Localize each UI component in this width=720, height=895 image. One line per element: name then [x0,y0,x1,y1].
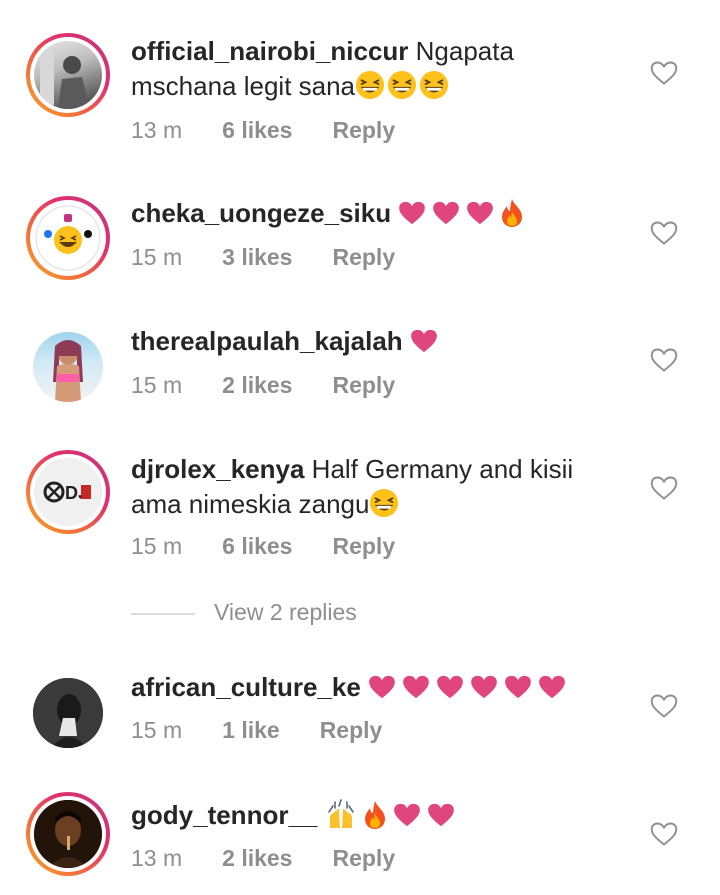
comment-text: african_culture_ke [131,670,601,705]
heart-emoji-icon [393,803,421,827]
view-replies-label: View 2 replies [214,599,357,625]
heart-emoji-icon [432,201,460,225]
username-link[interactable]: gody_tennor__ [131,800,317,830]
username-link[interactable]: african_culture_ke [131,672,361,702]
username-link[interactable]: therealpaulah_kajalah [131,326,403,356]
heart-emoji-icon [368,675,396,699]
likes-count[interactable]: 1 like [222,717,280,744]
heart-emoji-icon [398,201,426,225]
avatar [33,678,103,748]
fire-emoji-icon [500,198,524,228]
comment-meta: 13 m 2 likes Reply [131,845,395,872]
reply-button[interactable]: Reply [332,117,395,144]
username-link[interactable]: cheka_uongeze_siku [131,198,391,228]
avatar-story-ring[interactable] [26,196,110,280]
avatar [34,41,102,109]
likes-count[interactable]: 6 likes [222,533,292,560]
heart-emoji-icon [410,329,438,353]
fire-emoji-icon [363,800,387,830]
heart-emoji-icon [538,675,566,699]
heart-outline-icon[interactable] [650,693,678,719]
reply-button[interactable]: Reply [332,372,395,399]
comment-time: 15 m [131,533,183,559]
likes-count[interactable]: 2 likes [222,372,292,399]
avatar [34,800,102,868]
avatar [34,204,102,272]
reply-button[interactable]: Reply [332,244,395,271]
heart-outline-icon[interactable] [650,475,678,501]
comment-text: gody_tennor__ [131,798,601,833]
comment-time: 15 m [131,244,183,270]
raising-hands-emoji-icon [325,798,357,830]
grinning-squinting-emoji-icon [355,70,385,100]
comment-meta: 13 m 6 likes Reply [131,117,395,144]
reply-button[interactable]: Reply [320,717,383,744]
username-link[interactable]: official_nairobi_niccur [131,36,408,66]
avatar: DJ [34,458,102,526]
comment-meta: 15 m 3 likes Reply [131,244,395,271]
heart-emoji-icon [470,675,498,699]
grinning-squinting-emoji-icon [419,70,449,100]
heart-outline-icon[interactable] [650,347,678,373]
heart-outline-icon[interactable] [650,821,678,847]
comment-text: djrolex_kenya Half Germany and kisii ama… [131,452,601,522]
heart-outline-icon[interactable] [650,60,678,86]
grinning-squinting-emoji-icon [387,70,417,100]
likes-count[interactable]: 3 likes [222,244,292,271]
divider [131,613,195,615]
comment-text: therealpaulah_kajalah [131,324,601,359]
comment-text: official_nairobi_niccur Ngapata mschana … [131,34,601,104]
avatar-story-ring[interactable] [26,792,110,876]
comment-meta: 15 m 6 likes Reply [131,533,395,560]
avatar [33,332,103,402]
comment-time: 13 m [131,845,183,871]
comment-time: 15 m [131,372,183,398]
comment-text: cheka_uongeze_siku [131,196,601,231]
avatar-wrap[interactable] [26,325,110,409]
avatar-story-ring[interactable] [26,33,110,117]
avatar-wrap[interactable] [26,671,110,755]
reply-button[interactable]: Reply [332,845,395,872]
grinning-squinting-emoji-icon [369,488,399,518]
heart-emoji-icon [427,803,455,827]
avatar-story-ring[interactable]: DJ [26,450,110,534]
comment-time: 15 m [131,717,183,743]
heart-outline-icon[interactable] [650,220,678,246]
likes-count[interactable]: 2 likes [222,845,292,872]
username-link[interactable]: djrolex_kenya [131,454,304,484]
comment-meta: 15 m 2 likes Reply [131,372,395,399]
reply-button[interactable]: Reply [332,533,395,560]
heart-emoji-icon [466,201,494,225]
heart-emoji-icon [402,675,430,699]
likes-count[interactable]: 6 likes [222,117,292,144]
comment-time: 13 m [131,117,183,143]
comment-meta: 15 m 1 like Reply [131,717,382,744]
heart-emoji-icon [436,675,464,699]
heart-emoji-icon [504,675,532,699]
